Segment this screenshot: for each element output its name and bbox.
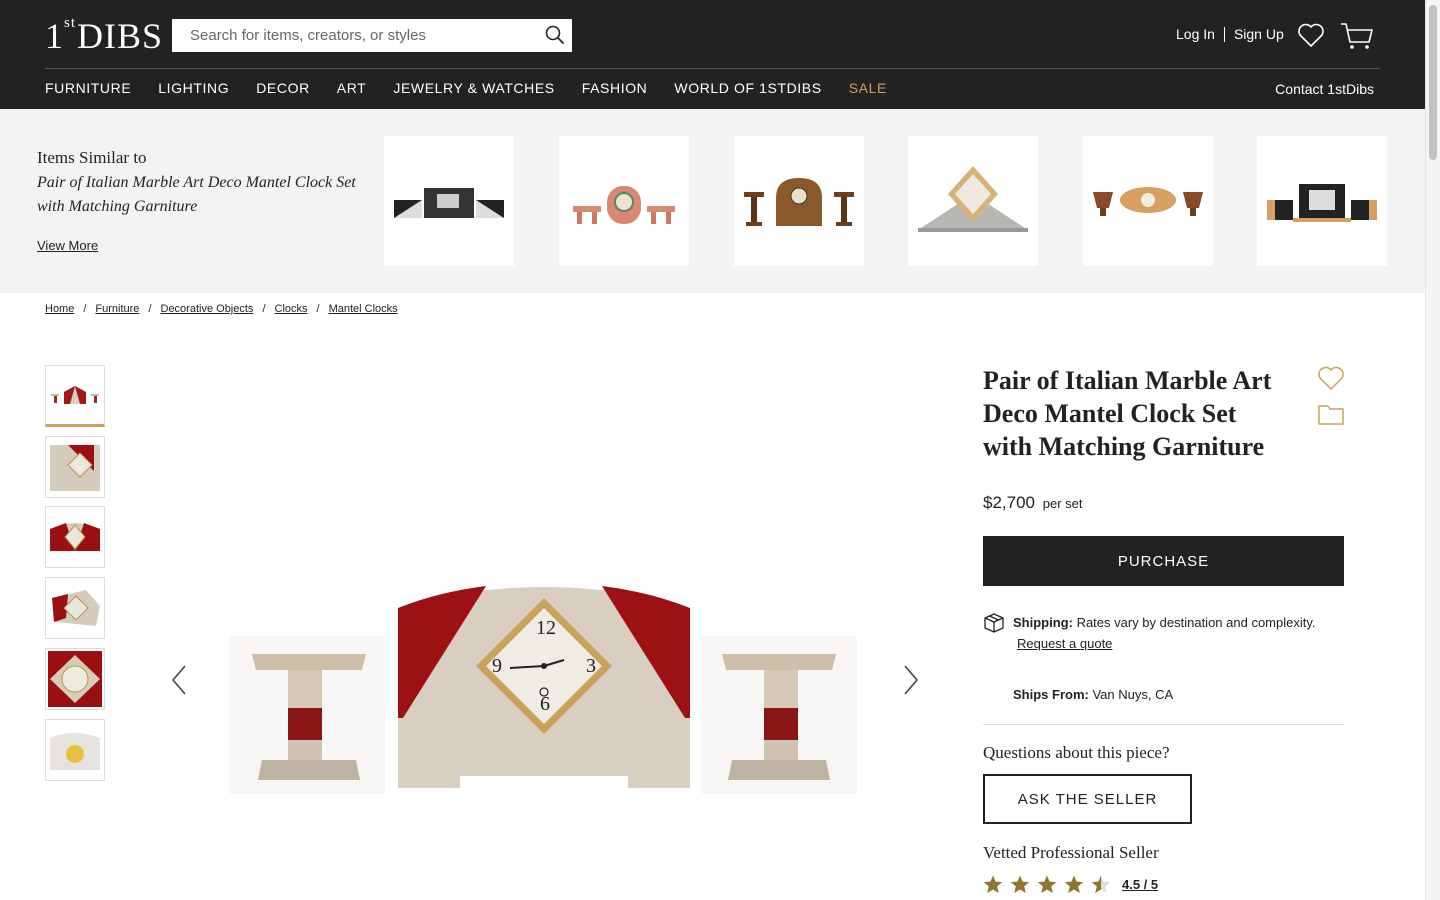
- search-box: [172, 19, 572, 52]
- nav-furniture[interactable]: FURNITURE: [45, 80, 131, 96]
- nav-sale[interactable]: SALE: [849, 80, 887, 96]
- chevron-left-icon[interactable]: [170, 664, 190, 696]
- logo-prefix: 1: [45, 16, 64, 56]
- view-more-link[interactable]: View More: [37, 238, 98, 253]
- gallery-thumbnail-image: [48, 651, 102, 707]
- section-divider: [983, 724, 1344, 725]
- product-main-image[interactable]: 12 3 6 9: [228, 578, 860, 798]
- star-icon: [1037, 875, 1057, 893]
- main-nav: FURNITURE LIGHTING DECOR ART JEWELRY & W…: [45, 80, 914, 96]
- gallery-thumbnail-image: [50, 445, 100, 491]
- product-title: Pair of Italian Marble Art Deco Mantel C…: [983, 366, 1272, 461]
- similar-item-thumb[interactable]: [559, 136, 689, 266]
- chevron-right-icon[interactable]: [900, 664, 920, 696]
- price-unit: per set: [1042, 496, 1083, 511]
- header-divider: [45, 68, 1380, 69]
- star-icon: [1010, 875, 1030, 893]
- seller-label: Vetted Professional Seller: [983, 843, 1159, 862]
- breadcrumb-separator: /: [148, 303, 152, 315]
- similar-item-thumb[interactable]: [734, 136, 864, 266]
- rating-link[interactable]: 4.5 / 5: [1122, 877, 1158, 892]
- heart-icon[interactable]: [1317, 365, 1345, 391]
- site-logo[interactable]: 1stDIBS: [45, 15, 164, 57]
- nav-lighting[interactable]: LIGHTING: [158, 80, 229, 96]
- nav-jewelry-watches[interactable]: JEWELRY & WATCHES: [393, 80, 554, 96]
- breadcrumb-separator: /: [262, 303, 266, 315]
- svg-text:12: 12: [536, 617, 556, 639]
- contact-link[interactable]: Contact 1stDibs: [1275, 81, 1374, 97]
- price-value: $2,700: [983, 493, 1035, 512]
- gallery-thumbnail[interactable]: [45, 436, 105, 498]
- package-icon: [984, 613, 1004, 633]
- breadcrumb-home[interactable]: Home: [45, 303, 74, 315]
- similar-item-image: [1267, 184, 1377, 222]
- breadcrumb-separator: /: [316, 303, 320, 315]
- nav-art[interactable]: ART: [337, 80, 367, 96]
- star-icon: [1064, 875, 1084, 893]
- search-icon[interactable]: [544, 24, 566, 46]
- svg-text:9: 9: [492, 655, 502, 677]
- similar-item-thumb[interactable]: [1257, 136, 1387, 266]
- heart-icon[interactable]: [1297, 22, 1325, 48]
- ask-seller-button[interactable]: ASK THE SELLER: [983, 774, 1192, 824]
- star-icon: [983, 875, 1003, 893]
- gallery-thumbnail-image: [50, 733, 100, 770]
- similar-item-thumb[interactable]: [384, 136, 514, 266]
- similar-heading: Items Similar to: [37, 148, 147, 167]
- breadcrumb-furniture[interactable]: Furniture: [95, 303, 139, 315]
- login-link[interactable]: Log In: [1176, 26, 1215, 42]
- similar-item-thumb[interactable]: [1083, 136, 1213, 266]
- site-header: 1stDIBS Log In Sign Up FURNITURE LIGHTIN…: [0, 0, 1425, 109]
- nav-world-of-1stdibs[interactable]: WORLD OF 1STDIBS: [674, 80, 821, 96]
- similar-item-thumb[interactable]: [908, 136, 1038, 266]
- logo-main: DIBS: [77, 16, 164, 56]
- gallery-thumbnail[interactable]: [45, 719, 105, 781]
- similar-item-image: [394, 188, 504, 218]
- star-half-icon: [1091, 875, 1111, 893]
- product-price: $2,700 per set: [983, 493, 1082, 513]
- request-quote-link[interactable]: Request a quote: [1017, 636, 1112, 651]
- search-input[interactable]: [172, 19, 522, 52]
- cart-icon[interactable]: [1340, 22, 1374, 50]
- similar-item-image: [744, 178, 854, 226]
- ships-from: Ships From: Van Nuys, CA: [1013, 687, 1173, 702]
- ships-from-location: Van Nuys, CA: [1092, 687, 1174, 702]
- nav-decor[interactable]: DECOR: [256, 80, 310, 96]
- gallery-thumbnail-image: [51, 386, 99, 404]
- nav-fashion[interactable]: FASHION: [582, 80, 648, 96]
- gallery-thumbnail-image: [50, 523, 100, 551]
- breadcrumb-decorative-objects[interactable]: Decorative Objects: [161, 303, 254, 315]
- breadcrumb: Home / Furniture / Decorative Objects / Clo…: [45, 303, 398, 315]
- page-scrollbar-thumb[interactable]: [1429, 5, 1437, 160]
- svg-text:3: 3: [586, 655, 596, 677]
- questions-heading: Questions about this piece?: [983, 743, 1170, 762]
- folder-icon[interactable]: [1317, 402, 1345, 426]
- svg-text:6: 6: [540, 693, 550, 715]
- gallery-thumbnail[interactable]: [45, 365, 105, 427]
- auth-divider: [1223, 26, 1225, 42]
- similar-item-image: [1093, 187, 1203, 216]
- gallery-thumbnail[interactable]: [45, 648, 105, 710]
- breadcrumb-separator: /: [83, 303, 87, 315]
- shipping-info: Shipping: Rates vary by destination and …: [1013, 615, 1316, 630]
- seller-rating: 4.5 / 5: [983, 875, 1158, 894]
- ships-from-label: Ships From:: [1013, 687, 1089, 702]
- shipping-text: Rates vary by destination and complexity…: [1076, 615, 1316, 630]
- signup-link[interactable]: Sign Up: [1234, 26, 1284, 42]
- gallery-thumbnail[interactable]: [45, 506, 105, 568]
- similar-items-strip: Items Similar to Pair of Italian Marble …: [0, 109, 1425, 293]
- purchase-button[interactable]: PURCHASE: [983, 536, 1344, 586]
- shipping-label: Shipping:: [1013, 615, 1073, 630]
- similar-item-title: Pair of Italian Marble Art Deco Mantel C…: [37, 174, 356, 215]
- breadcrumb-clocks[interactable]: Clocks: [275, 303, 308, 315]
- similar-item-image: [918, 166, 1028, 232]
- logo-super: st: [64, 15, 77, 31]
- gallery-thumbnail-image: [52, 590, 100, 626]
- similar-item-image: [573, 186, 675, 224]
- breadcrumb-mantel-clocks[interactable]: Mantel Clocks: [329, 303, 398, 315]
- auth-links: Log In Sign Up: [1176, 26, 1284, 42]
- gallery-thumbnail[interactable]: [45, 577, 105, 639]
